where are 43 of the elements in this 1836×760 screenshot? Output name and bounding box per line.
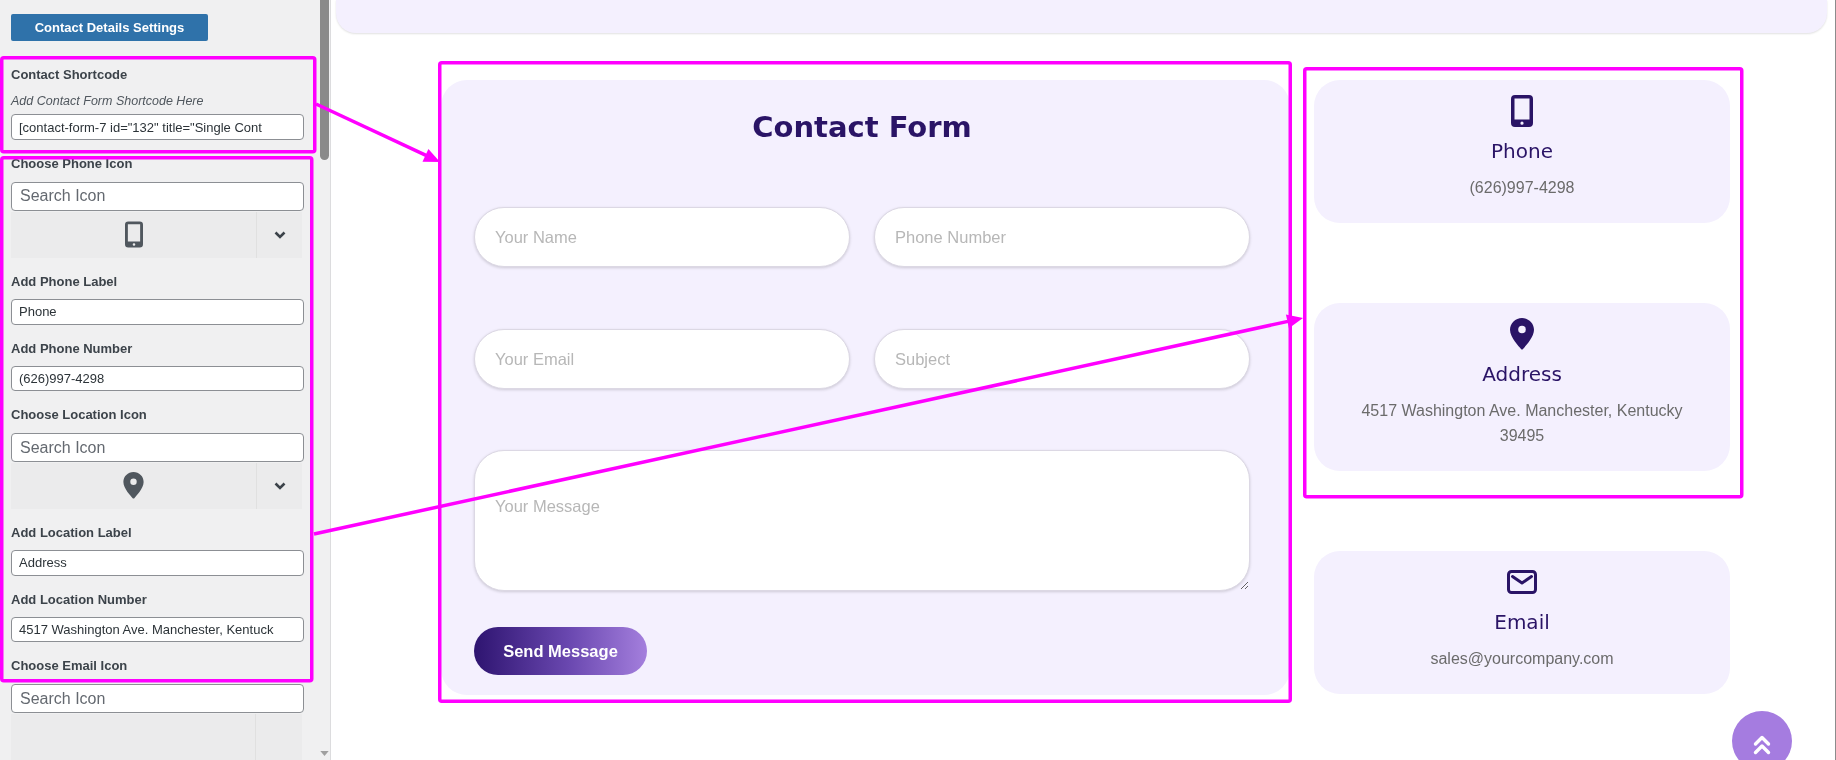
field-label: Choose Location Icon (11, 406, 148, 425)
map-pin-icon (123, 472, 144, 500)
shortcode-field[interactable]: [contact-form-7 id="132" title="Single Cont (11, 114, 304, 141)
text-field[interactable]: 4517 Washington Ave. Manchester, Kentuck (11, 616, 304, 643)
card-title: Address (1482, 361, 1562, 388)
card-text: 4517 Washington Ave. Manchester, Kentucky 39495 (1360, 401, 1684, 446)
scrollbar-thumb[interactable] (319, 0, 329, 160)
field-label: Choose Phone Icon (11, 155, 134, 174)
field-hint: Add Contact Form Shortcode Here (11, 93, 205, 111)
input-field[interactable]: Your Name (474, 207, 850, 267)
input-field[interactable]: Phone Number (874, 207, 1250, 267)
message-field[interactable]: Your Message (474, 450, 1250, 591)
settings-button[interactable]: Contact Details Settings (11, 14, 208, 42)
chevron-down-icon (273, 230, 286, 239)
icon-picker-row[interactable] (11, 462, 302, 509)
field-label: Choose Email Icon (11, 657, 129, 676)
envelope-icon (1507, 570, 1537, 594)
send-button[interactable]: Send Message (474, 627, 647, 675)
text-field[interactable]: (626)997-4298 (11, 365, 304, 392)
scroll-to-top-button[interactable] (1732, 711, 1792, 760)
double-chevron-up-icon (1753, 735, 1771, 755)
map-pin-icon (1510, 318, 1534, 350)
card-title: Phone (1491, 138, 1553, 165)
phone-icon (1511, 95, 1533, 127)
field-label: Contact Shortcode (11, 66, 129, 85)
icon-search-field[interactable]: Search Icon (11, 684, 304, 713)
field-label: Add Location Number (11, 590, 148, 609)
icon-search-field[interactable]: Search Icon (11, 182, 304, 211)
icon-search-field[interactable]: Search Icon (11, 433, 304, 462)
phone-icon (124, 221, 143, 249)
scroll-down-arrow-icon[interactable] (319, 751, 329, 756)
field-label: Add Location Label (11, 523, 133, 542)
card-title: Email (1494, 609, 1550, 636)
chevron-down-icon (273, 481, 286, 490)
input-field[interactable]: Subject (874, 329, 1250, 389)
card-text: sales@yourcompany.com (1430, 649, 1614, 669)
label-field[interactable]: Phone (11, 298, 304, 325)
label-field[interactable]: Address (11, 549, 304, 576)
input-field[interactable]: Your Email (474, 329, 850, 389)
form-title: Contact Form (751, 109, 973, 146)
field-label: Add Phone Label (11, 272, 119, 291)
card-text: (626)997-4298 (1469, 178, 1575, 198)
field-label: Add Phone Number (11, 339, 134, 358)
